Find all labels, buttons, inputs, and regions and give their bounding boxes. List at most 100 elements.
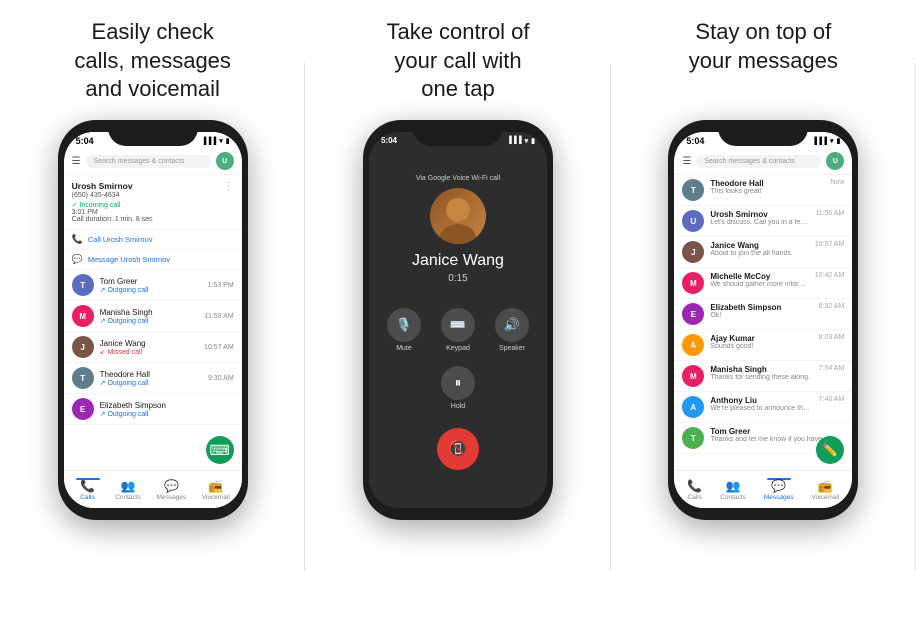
call-item-2[interactable]: J Janice Wang ↙ Missed call 10:57 AM	[64, 332, 242, 363]
call-name-4: Elizabeth Simpson	[100, 401, 234, 410]
msg-content-0: Theodore Hall This looks great!	[710, 179, 824, 195]
call-info-1: Manisha Singh ↗ Outgoing call	[100, 308, 199, 325]
msg-time-5: 8:03 AM	[819, 334, 845, 341]
hold-controls: ⏸ Hold	[441, 366, 475, 410]
caller-number: (650) 435-4634	[72, 192, 133, 199]
call-info-2: Janice Wang ↙ Missed call	[100, 339, 198, 356]
call-name-3: Theodore Hall	[100, 370, 202, 379]
fab-edit[interactable]: ✏️	[816, 436, 844, 464]
search-input-3[interactable]: Search messages & contacts	[696, 155, 821, 168]
msg-item-3[interactable]: M Michelle McCoy We should gather more i…	[674, 268, 852, 299]
panel-3: Stay on top ofyour messages 5:04 ▐▐▐ ▾ ▮…	[611, 0, 916, 633]
nav-contacts-3[interactable]: 👥 Contacts	[720, 479, 746, 501]
msg-content-3: Michelle McCoy We should gather more inf…	[710, 272, 808, 288]
msg-content-5: Ajay Kumar Sounds good!	[710, 334, 812, 350]
nav-messages[interactable]: 💬 Messages	[157, 479, 187, 501]
msg-time-6: 7:54 AM	[819, 365, 845, 372]
msg-item-5[interactable]: A Ajay Kumar Sounds good! 8:03 AM	[674, 330, 852, 361]
speaker-button[interactable]: 🔊 Speaker	[495, 308, 529, 352]
msg-time-7: 7:40 AM	[819, 396, 845, 403]
nav-voicemail-3[interactable]: 📻 Voicemail	[811, 479, 839, 501]
search-bar-3[interactable]: ☰ Search messages & contacts U	[674, 148, 852, 175]
msg-name-7: Anthony Liu	[710, 396, 812, 405]
battery-icon-3: ▮	[836, 137, 840, 145]
three-dot-icon[interactable]: ⋮	[224, 181, 234, 192]
messages-nav-label-3: Messages	[764, 494, 794, 501]
voicemail-nav-icon-3: 📻	[818, 479, 833, 493]
avatar-tom: T	[72, 274, 94, 296]
nav-contacts[interactable]: 👥 Contacts	[115, 479, 141, 501]
dark-signal-icon: ▐▐▐	[507, 137, 522, 144]
avatar-janice: J	[72, 336, 94, 358]
dark-status-icons: ▐▐▐ ▾ ▮	[507, 136, 535, 145]
msg-item-6[interactable]: M Manisha Singh Thanks for sending these…	[674, 361, 852, 392]
msg-content-2: Janice Wang About to join the all hands.	[710, 241, 808, 257]
messages-nav-label: Messages	[157, 494, 187, 501]
panel-3-title: Stay on top ofyour messages	[689, 18, 838, 106]
phone-screen-2: 5:04 ▐▐▐ ▾ ▮ Via Google Voice Wi-Fi call…	[369, 132, 547, 508]
call-sub-1: ↗ Outgoing call	[100, 317, 199, 325]
via-label: Via Google Voice Wi-Fi call	[416, 175, 500, 182]
msg-item-0[interactable]: T Theodore Hall This looks great! Now	[674, 175, 852, 206]
speaker-label: Speaker	[499, 345, 525, 352]
call-action[interactable]: 📞 Call Urosh Smirnov	[64, 230, 242, 250]
msg-content-7: Anthony Liu We're pleased to announce th…	[710, 396, 812, 412]
msg-time-1: 11:56 AM	[815, 210, 844, 217]
hold-button[interactable]: ⏸	[441, 366, 475, 400]
msg-preview-6: Thanks for sending these along.	[710, 374, 812, 381]
status-time-1: 5:04	[76, 136, 94, 146]
messages-nav-icon: 💬	[164, 479, 179, 493]
msg-preview-7: We're pleased to announce that we will..…	[710, 405, 812, 412]
phone-notch-2	[413, 120, 503, 146]
keypad-button[interactable]: ⌨️ Keypad	[441, 308, 475, 352]
messages-nav-icon-3: 💬	[771, 479, 786, 493]
phone-frame-3: 5:04 ▐▐▐ ▾ ▮ ☰ Search messages & contact…	[668, 120, 858, 520]
msg-time-0: Now	[830, 179, 844, 186]
msg-time-2: 10:57 AM	[815, 241, 845, 248]
call-icon: 📞	[72, 234, 83, 245]
msg-item-7[interactable]: A Anthony Liu We're pleased to announce …	[674, 392, 852, 423]
calls-nav-label-3: Calls	[688, 494, 702, 501]
message-action[interactable]: 💬 Message Urosh Smirnov	[64, 250, 242, 270]
nav-voicemail[interactable]: 📻 Voicemail	[202, 479, 230, 501]
msg-avatar-8: T	[682, 427, 704, 449]
search-bar-1[interactable]: ☰ Search messages & contacts U	[64, 148, 242, 175]
msg-item-4[interactable]: E Elizabeth Simpson Ok! 8:32 AM	[674, 299, 852, 330]
hold-label: Hold	[451, 403, 465, 410]
msg-avatar-0: T	[682, 179, 704, 201]
nav-calls[interactable]: 📞 Calls	[76, 478, 100, 501]
call-detail-card: Urosh Smirnov (650) 435-4634 ⋮ ✓ Incomin…	[64, 175, 242, 230]
nav-calls-3[interactable]: 📞 Calls	[687, 479, 702, 501]
end-call-button[interactable]: 📵	[437, 428, 479, 470]
phone-notch-3	[718, 120, 808, 146]
call-time-2: 10:57 AM	[204, 344, 234, 351]
call-item-0[interactable]: T Tom Greer ↗ Outgoing call 1:53 PM	[64, 270, 242, 301]
caller-name-large: Janice Wang	[412, 252, 504, 270]
msg-name-3: Michelle McCoy	[710, 272, 808, 281]
mute-button[interactable]: 🎙️ Mute	[387, 308, 421, 352]
call-item-3[interactable]: T Theodore Hall ↗ Outgoing call 9:30 AM	[64, 363, 242, 394]
panel-1-title: Easily checkcalls, messagesand voicemail	[74, 18, 231, 106]
call-item-4[interactable]: E Elizabeth Simpson ↗ Outgoing call	[64, 394, 242, 425]
status-time-3: 5:04	[686, 136, 704, 146]
msg-item-1[interactable]: U Urosh Smirnov Let's discuss. Call you …	[674, 206, 852, 237]
fab-keypad[interactable]: ⌨	[206, 436, 234, 464]
call-name-2: Janice Wang	[100, 339, 198, 348]
calls-nav-label: Calls	[80, 494, 94, 501]
msg-preview-0: This looks great!	[710, 188, 824, 195]
voicemail-nav-label-3: Voicemail	[811, 494, 839, 501]
msg-avatar-7: A	[682, 396, 704, 418]
nav-messages-3[interactable]: 💬 Messages	[764, 478, 794, 501]
search-input-1[interactable]: Search messages & contacts	[86, 155, 211, 168]
msg-avatar-1: U	[682, 210, 704, 232]
keypad-label: Keypad	[446, 345, 470, 352]
msg-item-2[interactable]: J Janice Wang About to join the all hand…	[674, 237, 852, 268]
call-type: ✓ Incoming call	[72, 201, 234, 209]
phone-frame-2: 5:04 ▐▐▐ ▾ ▮ Via Google Voice Wi-Fi call…	[363, 120, 553, 520]
call-item-1[interactable]: M Manisha Singh ↗ Outgoing call 11:58 AM	[64, 301, 242, 332]
call-name-1: Manisha Singh	[100, 308, 199, 317]
avatar-1: U	[216, 152, 234, 170]
msg-name-0: Theodore Hall	[710, 179, 824, 188]
panel-1: Easily checkcalls, messagesand voicemail…	[0, 0, 305, 633]
contacts-nav-icon-3: 👥	[726, 479, 741, 493]
